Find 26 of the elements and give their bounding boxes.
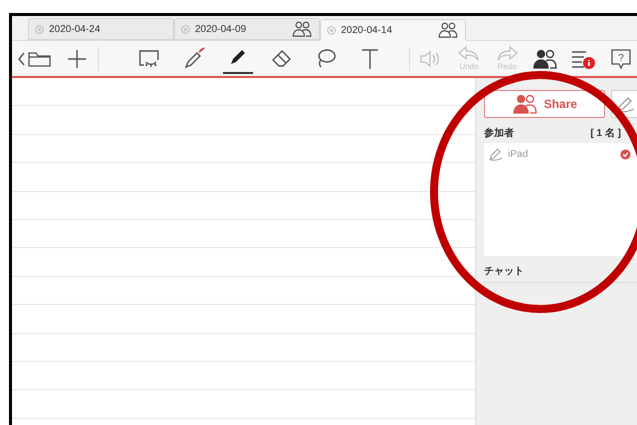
participants-label: 参加者 <box>484 126 514 141</box>
redo-icon <box>495 46 519 62</box>
participants-count: [ 1 名 ] <box>590 126 621 141</box>
help-icon: ? <box>610 48 632 70</box>
participant-name: iPad <box>508 148 528 162</box>
chat-label: チャット <box>484 264 637 283</box>
add-button[interactable] <box>66 48 88 70</box>
people-icon <box>533 48 557 68</box>
laser-pen-icon <box>182 46 206 70</box>
undo-icon <box>457 46 481 62</box>
tab[interactable]: 2020-04-24 <box>28 18 174 40</box>
people-icon <box>437 22 459 38</box>
back-button[interactable] <box>18 50 52 68</box>
tab-label: 2020-04-09 <box>195 22 246 36</box>
toolbar-button[interactable]: ? <box>606 42 636 74</box>
tab-label: 2020-04-24 <box>49 22 100 36</box>
pen-icon <box>488 146 504 162</box>
folder-back-icon <box>18 50 52 68</box>
plus-icon <box>66 48 88 70</box>
people-icon <box>291 21 313 37</box>
tab[interactable]: 2020-04-09 <box>174 18 320 40</box>
tab-label: 2020-04-14 <box>341 24 392 38</box>
people-icon <box>512 94 538 114</box>
share-button[interactable]: Share <box>484 90 605 118</box>
tab[interactable]: 2020-04-14 <box>320 19 466 41</box>
pen-icon <box>616 96 636 112</box>
